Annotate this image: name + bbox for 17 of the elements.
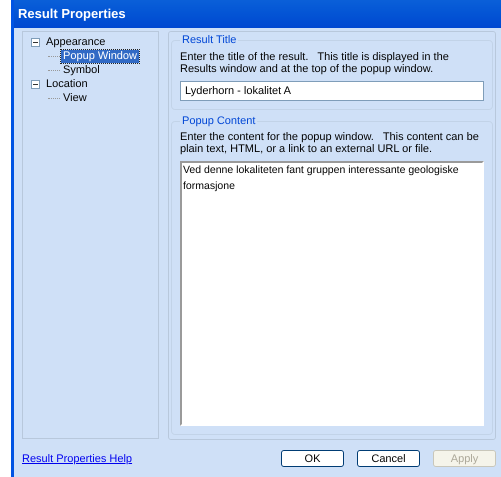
dialog-button[interactable]: OK xyxy=(281,450,344,468)
window-title: Result Properties xyxy=(18,5,126,24)
collapse-icon[interactable] xyxy=(31,38,40,47)
description-text: Enter the title of the result. This title is displayed in the Results window and at the top of the popup window. xyxy=(180,50,450,75)
title-field[interactable]: Lyderhorn - lokalitet A xyxy=(180,80,484,101)
tree-item[interactable]: Location xyxy=(44,78,90,91)
group-title: Result Title xyxy=(181,33,238,48)
tree-item[interactable]: Popup Window xyxy=(61,50,139,63)
collapse-icon[interactable] xyxy=(31,80,40,89)
dialog-button[interactable]: Cancel xyxy=(357,450,420,468)
description-text: Enter the content for the popup window. This content can be plain text, HTML, or a link to an external URL or file. xyxy=(180,131,480,156)
group-title: Popup Content xyxy=(181,114,256,129)
content-field[interactable]: Ved denne lokaliteten fant gruppen interessante geologiske formasjone xyxy=(180,161,484,426)
tree-item[interactable]: Appearance xyxy=(44,36,108,49)
tree-item[interactable]: View xyxy=(61,92,89,105)
help-link[interactable]: Result Properties Help xyxy=(22,451,132,468)
tree-item[interactable]: Symbol xyxy=(61,64,102,77)
